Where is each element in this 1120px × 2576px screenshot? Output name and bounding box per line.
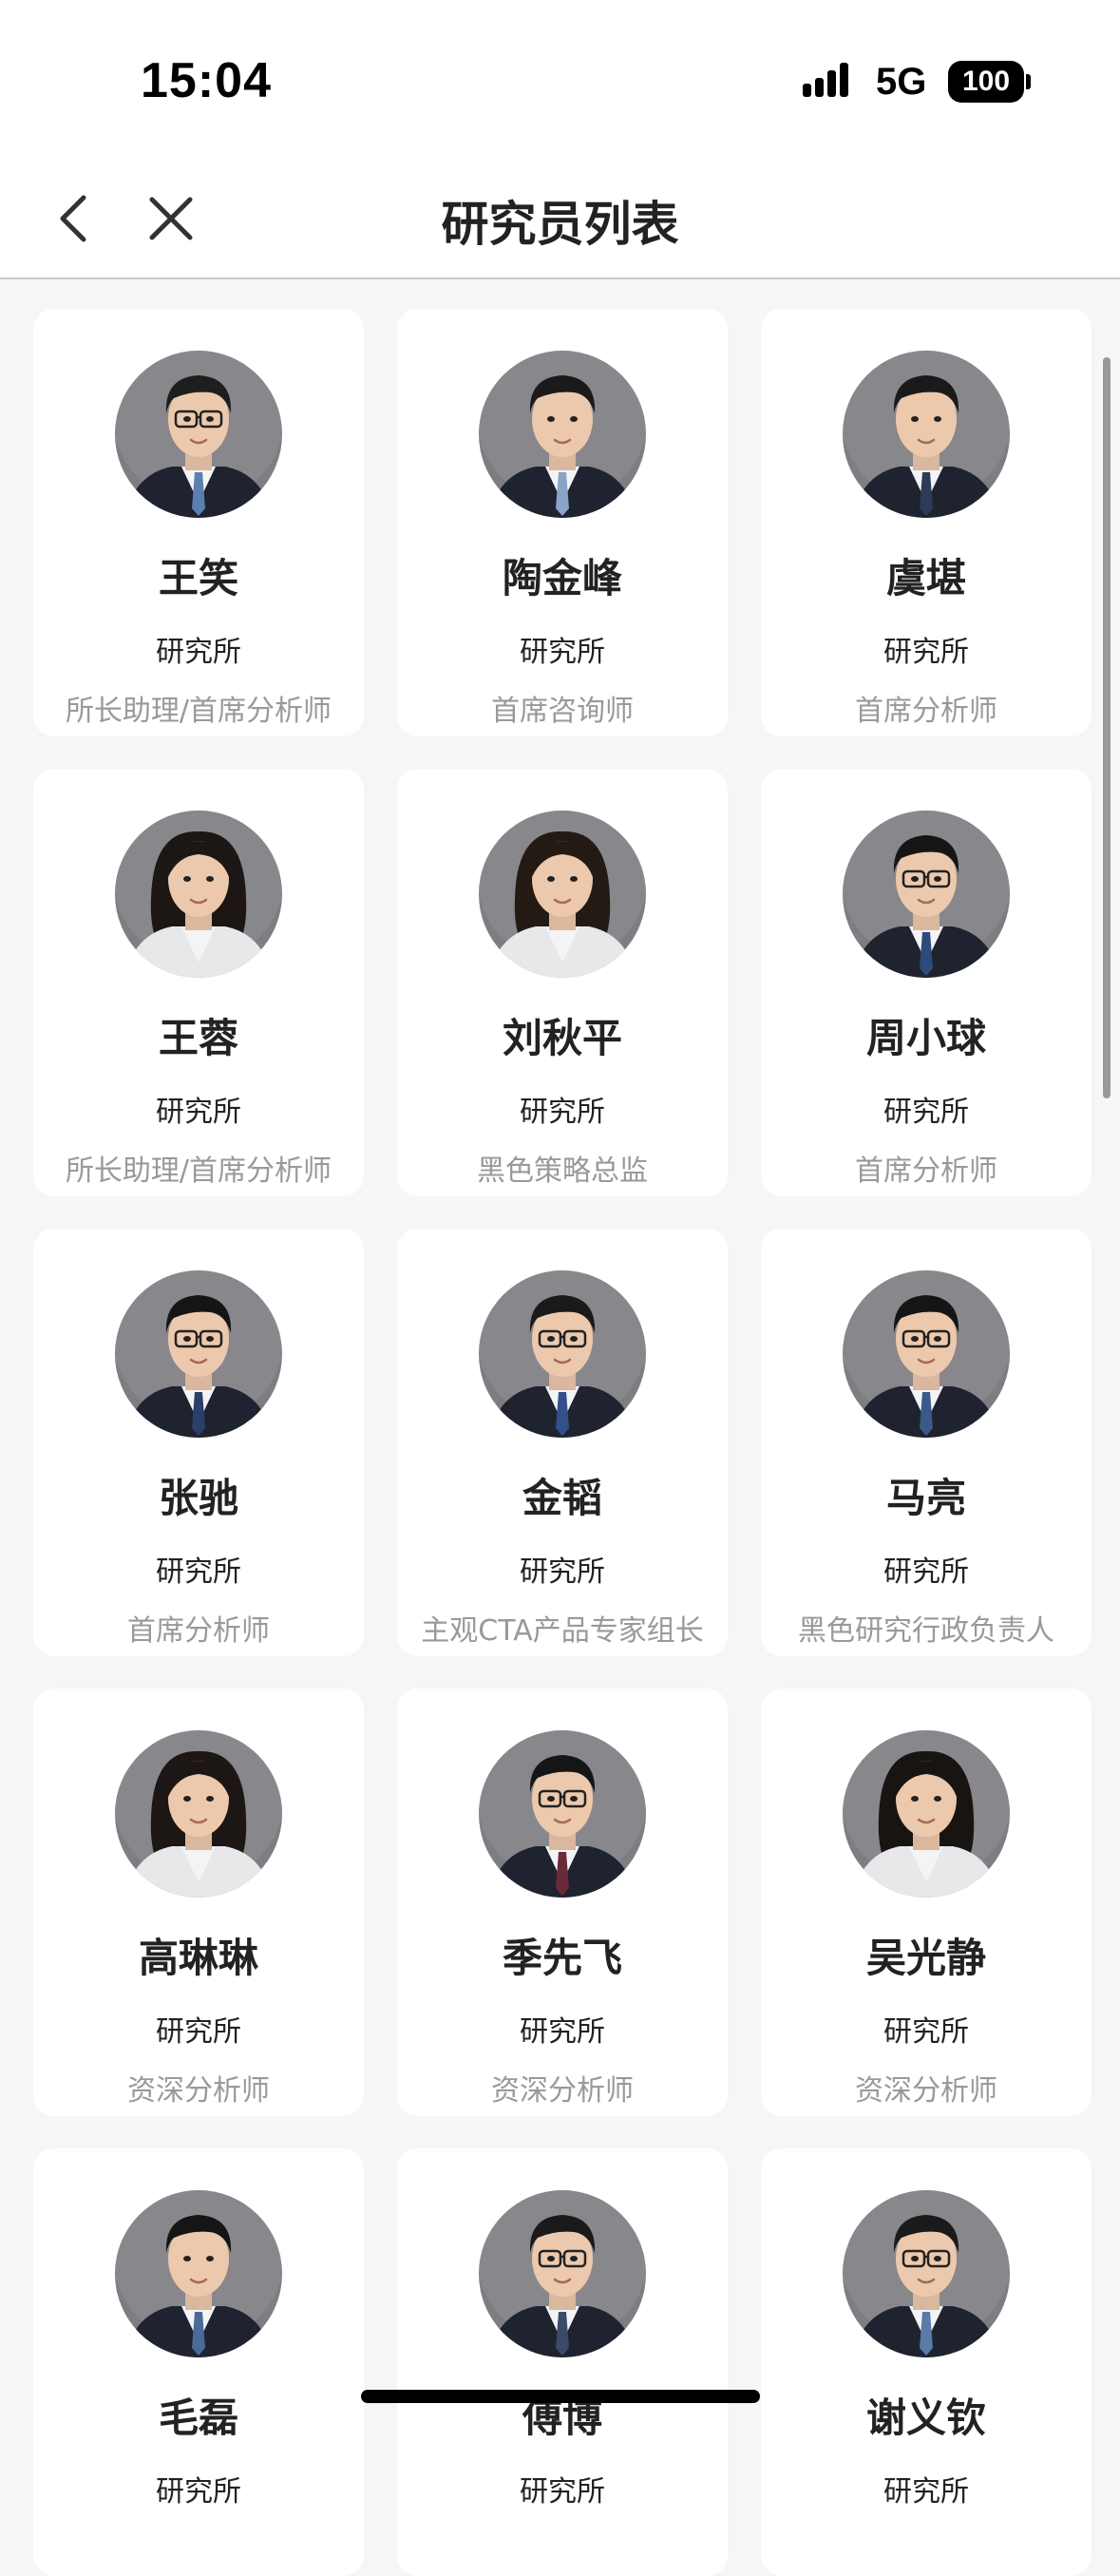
avatar <box>115 2190 282 2357</box>
avatar-portrait <box>115 811 282 978</box>
researcher-name: 马亮 <box>885 1475 966 1521</box>
researcher-card[interactable]: 谢义钦 研究所 <box>761 2148 1092 2576</box>
researcher-card[interactable]: 张驰研究所首席分析师 <box>33 1229 364 1656</box>
avatar <box>843 811 1010 978</box>
researcher-title: 黑色研究行政负责人 <box>798 1614 1054 1648</box>
avatar <box>479 351 646 518</box>
avatar <box>479 1270 646 1438</box>
researcher-dept: 研究所 <box>156 1555 241 1589</box>
researcher-title: 首席咨询师 <box>491 695 634 728</box>
researcher-name: 张驰 <box>158 1475 238 1521</box>
cellular-signal-icon <box>803 63 848 97</box>
researcher-title: 所长助理/首席分析师 <box>65 695 332 728</box>
researcher-dept: 研究所 <box>883 1096 969 1129</box>
avatar <box>479 1730 646 1898</box>
avatar <box>843 1730 1010 1898</box>
network-type: 5G <box>876 61 927 103</box>
researcher-name: 刘秋平 <box>502 1015 622 1061</box>
researcher-dept: 研究所 <box>520 636 605 669</box>
researcher-title: 首席分析师 <box>855 1154 997 1188</box>
researcher-card[interactable]: 陶金峰研究所首席咨询师 <box>397 309 728 736</box>
avatar <box>115 351 282 518</box>
avatar-portrait <box>479 811 646 978</box>
avatar-portrait <box>843 1730 1010 1898</box>
avatar <box>843 351 1010 518</box>
home-indicator[interactable] <box>361 2390 760 2403</box>
researcher-card[interactable]: 吴光静研究所资深分析师 <box>761 1689 1092 2116</box>
avatar <box>115 811 282 978</box>
researcher-name: 虞堪 <box>885 555 966 601</box>
researcher-dept: 研究所 <box>883 2475 969 2509</box>
researcher-title: 资深分析师 <box>491 2074 634 2108</box>
avatar-portrait <box>479 2190 646 2357</box>
avatar <box>843 1270 1010 1438</box>
researcher-card[interactable]: 王蓉研究所所长助理/首席分析师 <box>33 769 364 1196</box>
avatar-portrait <box>115 2190 282 2357</box>
battery-icon: 100 <box>948 61 1024 103</box>
researcher-card[interactable]: 王笑研究所所长助理/首席分析师 <box>33 309 364 736</box>
researcher-dept: 研究所 <box>883 2015 969 2049</box>
researcher-name: 金韬 <box>522 1475 602 1521</box>
researcher-title: 首席分析师 <box>127 1614 270 1648</box>
avatar-portrait <box>843 351 1010 518</box>
avatar <box>115 1270 282 1438</box>
researcher-name: 吴光静 <box>865 1935 986 1981</box>
researcher-dept: 研究所 <box>883 1555 969 1589</box>
researcher-card[interactable]: 高琳琳研究所资深分析师 <box>33 1689 364 2116</box>
researcher-dept: 研究所 <box>156 2475 241 2509</box>
researcher-dept: 研究所 <box>520 1096 605 1129</box>
avatar <box>479 2190 646 2357</box>
avatar-portrait <box>115 1730 282 1898</box>
researcher-title: 主观CTA产品专家组长 <box>421 1614 704 1648</box>
researcher-card[interactable]: 刘秋平研究所黑色策略总监 <box>397 769 728 1196</box>
avatar-portrait <box>115 351 282 518</box>
researcher-card[interactable]: 虞堪研究所首席分析师 <box>761 309 1092 736</box>
avatar-portrait <box>843 2190 1010 2357</box>
avatar-portrait <box>479 351 646 518</box>
researcher-title: 所长助理/首席分析师 <box>65 1154 332 1188</box>
researcher-name: 周小球 <box>865 1015 986 1061</box>
researcher-dept: 研究所 <box>520 2475 605 2509</box>
avatar-portrait <box>843 1270 1010 1438</box>
researcher-dept: 研究所 <box>520 2015 605 2049</box>
avatar-portrait <box>843 811 1010 978</box>
researcher-grid: 王笑 研究所 所长助理/首席分析师 陶金峰 研究所 首席咨询师 虞堪 研究所 首席分析师 王… <box>33 309 1092 2576</box>
researcher-name: 王蓉 <box>158 1015 238 1061</box>
avatar <box>843 2190 1010 2357</box>
researcher-card[interactable]: 季先飞研究所资深分析师 <box>397 1689 728 2116</box>
avatar <box>479 811 646 978</box>
researcher-dept: 研究所 <box>883 636 969 669</box>
researcher-name: 季先飞 <box>502 1935 622 1981</box>
researcher-card[interactable]: 傅博 研究所 <box>397 2148 728 2576</box>
researcher-card[interactable]: 马亮研究所黑色研究行政负责人 <box>761 1229 1092 1656</box>
scrollbar[interactable] <box>1103 357 1111 1098</box>
status-bar: 15:04 5G 100 <box>0 0 1120 162</box>
researcher-title: 资深分析师 <box>855 2074 997 2108</box>
avatar <box>115 1730 282 1898</box>
researcher-title: 资深分析师 <box>127 2074 270 2108</box>
avatar-portrait <box>115 1270 282 1438</box>
researcher-name: 高琳琳 <box>138 1935 258 1981</box>
researcher-dept: 研究所 <box>520 1555 605 1589</box>
researcher-dept: 研究所 <box>156 1096 241 1129</box>
avatar-portrait <box>479 1730 646 1898</box>
researcher-name: 毛磊 <box>158 2395 238 2441</box>
researcher-dept: 研究所 <box>156 636 241 669</box>
navigation-bar: 研究员列表 <box>0 162 1120 279</box>
researcher-name: 王笑 <box>158 555 238 601</box>
status-time: 15:04 <box>141 53 272 108</box>
researcher-card[interactable]: 周小球研究所首席分析师 <box>761 769 1092 1196</box>
avatar-portrait <box>479 1270 646 1438</box>
researcher-name: 谢义钦 <box>865 2395 986 2441</box>
researcher-name: 陶金峰 <box>502 555 622 601</box>
researcher-card[interactable]: 金韬研究所主观CTA产品专家组长 <box>397 1229 728 1656</box>
researcher-title: 首席分析师 <box>855 695 997 728</box>
researcher-card[interactable]: 毛磊 研究所 <box>33 2148 364 2576</box>
researcher-title: 黑色策略总监 <box>477 1154 648 1188</box>
page-title: 研究员列表 <box>441 197 679 252</box>
researcher-dept: 研究所 <box>156 2015 241 2049</box>
battery-tip <box>1026 74 1031 89</box>
